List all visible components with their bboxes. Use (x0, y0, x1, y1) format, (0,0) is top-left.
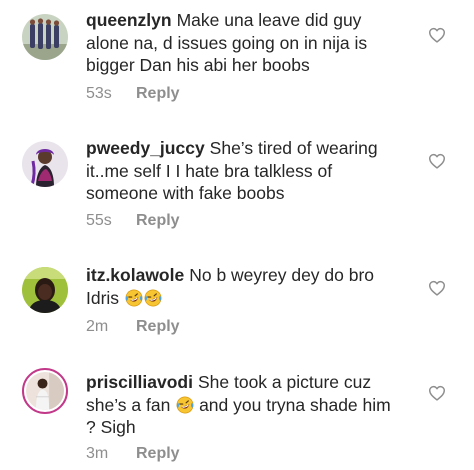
avatar[interactable] (22, 141, 68, 187)
heart-outline-icon[interactable] (428, 385, 446, 401)
comment-username[interactable]: pweedy_juccy (86, 138, 205, 158)
comment-username[interactable]: queenzlyn (86, 10, 172, 30)
comment-timestamp: 55s (86, 212, 112, 229)
comment-timestamp: 53s (86, 85, 112, 102)
avatar[interactable] (22, 14, 68, 60)
avatar-photo (22, 267, 68, 313)
comment-text: pweedy_juccy She’s tired of wearing it..m… (86, 137, 396, 205)
reply-button[interactable]: Reply (136, 445, 180, 462)
avatar-photo (22, 141, 68, 187)
comment-meta: 53s Reply (86, 85, 180, 103)
rolling-on-floor-laughing-icon (176, 396, 194, 414)
comment-text: queenzlyn Make una leave did guy alone na… (86, 9, 396, 77)
comment-text: itz.kolawole No b weyrey dey do bro Idris (86, 264, 396, 309)
heart-outline-icon[interactable] (428, 280, 446, 296)
avatar[interactable] (22, 267, 68, 313)
rolling-on-floor-laughing-icon (125, 289, 143, 307)
reply-button[interactable]: Reply (136, 318, 180, 335)
comment-meta: 3m Reply (86, 445, 180, 463)
comment-username[interactable]: priscilliavodi (86, 372, 193, 392)
comment-timestamp: 2m (86, 318, 109, 335)
avatar-photo (22, 14, 68, 60)
heart-outline-icon[interactable] (428, 153, 446, 169)
reply-button[interactable]: Reply (136, 212, 180, 229)
avatar-story-ring[interactable] (22, 368, 68, 414)
comment-username[interactable]: itz.kolawole (86, 265, 184, 285)
comment-meta: 2m Reply (86, 318, 180, 336)
comment-timestamp: 3m (86, 445, 109, 462)
rolling-on-floor-laughing-icon (144, 289, 162, 307)
comment-text: priscilliavodi She took a picture cuz she… (86, 371, 396, 439)
avatar-photo (26, 372, 64, 410)
reply-button[interactable]: Reply (136, 85, 180, 102)
heart-outline-icon[interactable] (428, 27, 446, 43)
comment-meta: 55s Reply (86, 212, 180, 230)
